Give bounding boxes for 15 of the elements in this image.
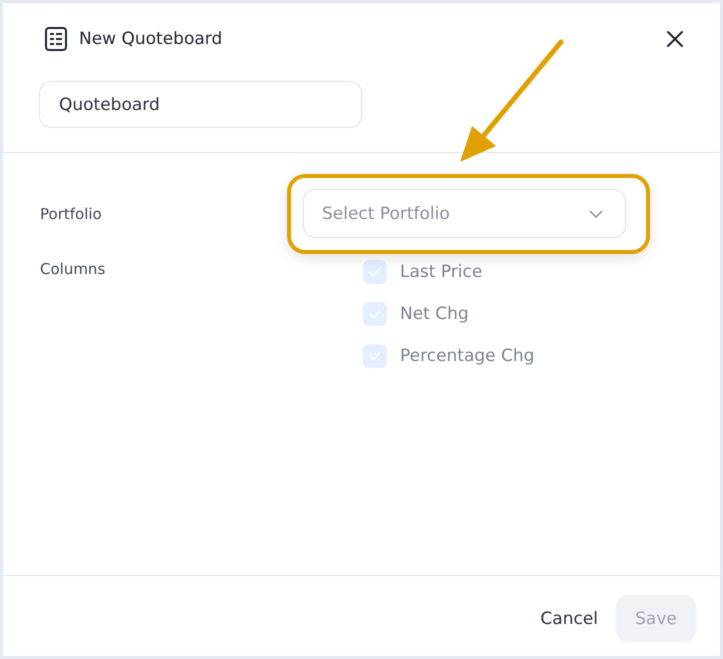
option-label: Percentage Chg xyxy=(400,346,534,366)
dialog-title: New Quoteboard xyxy=(79,29,224,49)
name-field[interactable]: Quoteboard xyxy=(39,81,362,128)
option-label: Net Chg xyxy=(400,304,469,324)
table-icon xyxy=(45,27,67,51)
option-label: Last Price xyxy=(400,262,482,282)
check-icon xyxy=(369,309,381,319)
columns-label: Columns xyxy=(40,260,106,278)
close-button[interactable] xyxy=(666,30,684,48)
check-icon xyxy=(369,351,381,361)
cancel-button[interactable]: Cancel xyxy=(540,608,598,628)
chevron-down-icon xyxy=(589,210,603,218)
select-placeholder: Select Portfolio xyxy=(322,204,450,224)
portfolio-label: Portfolio xyxy=(40,204,103,222)
check-icon xyxy=(369,267,381,277)
